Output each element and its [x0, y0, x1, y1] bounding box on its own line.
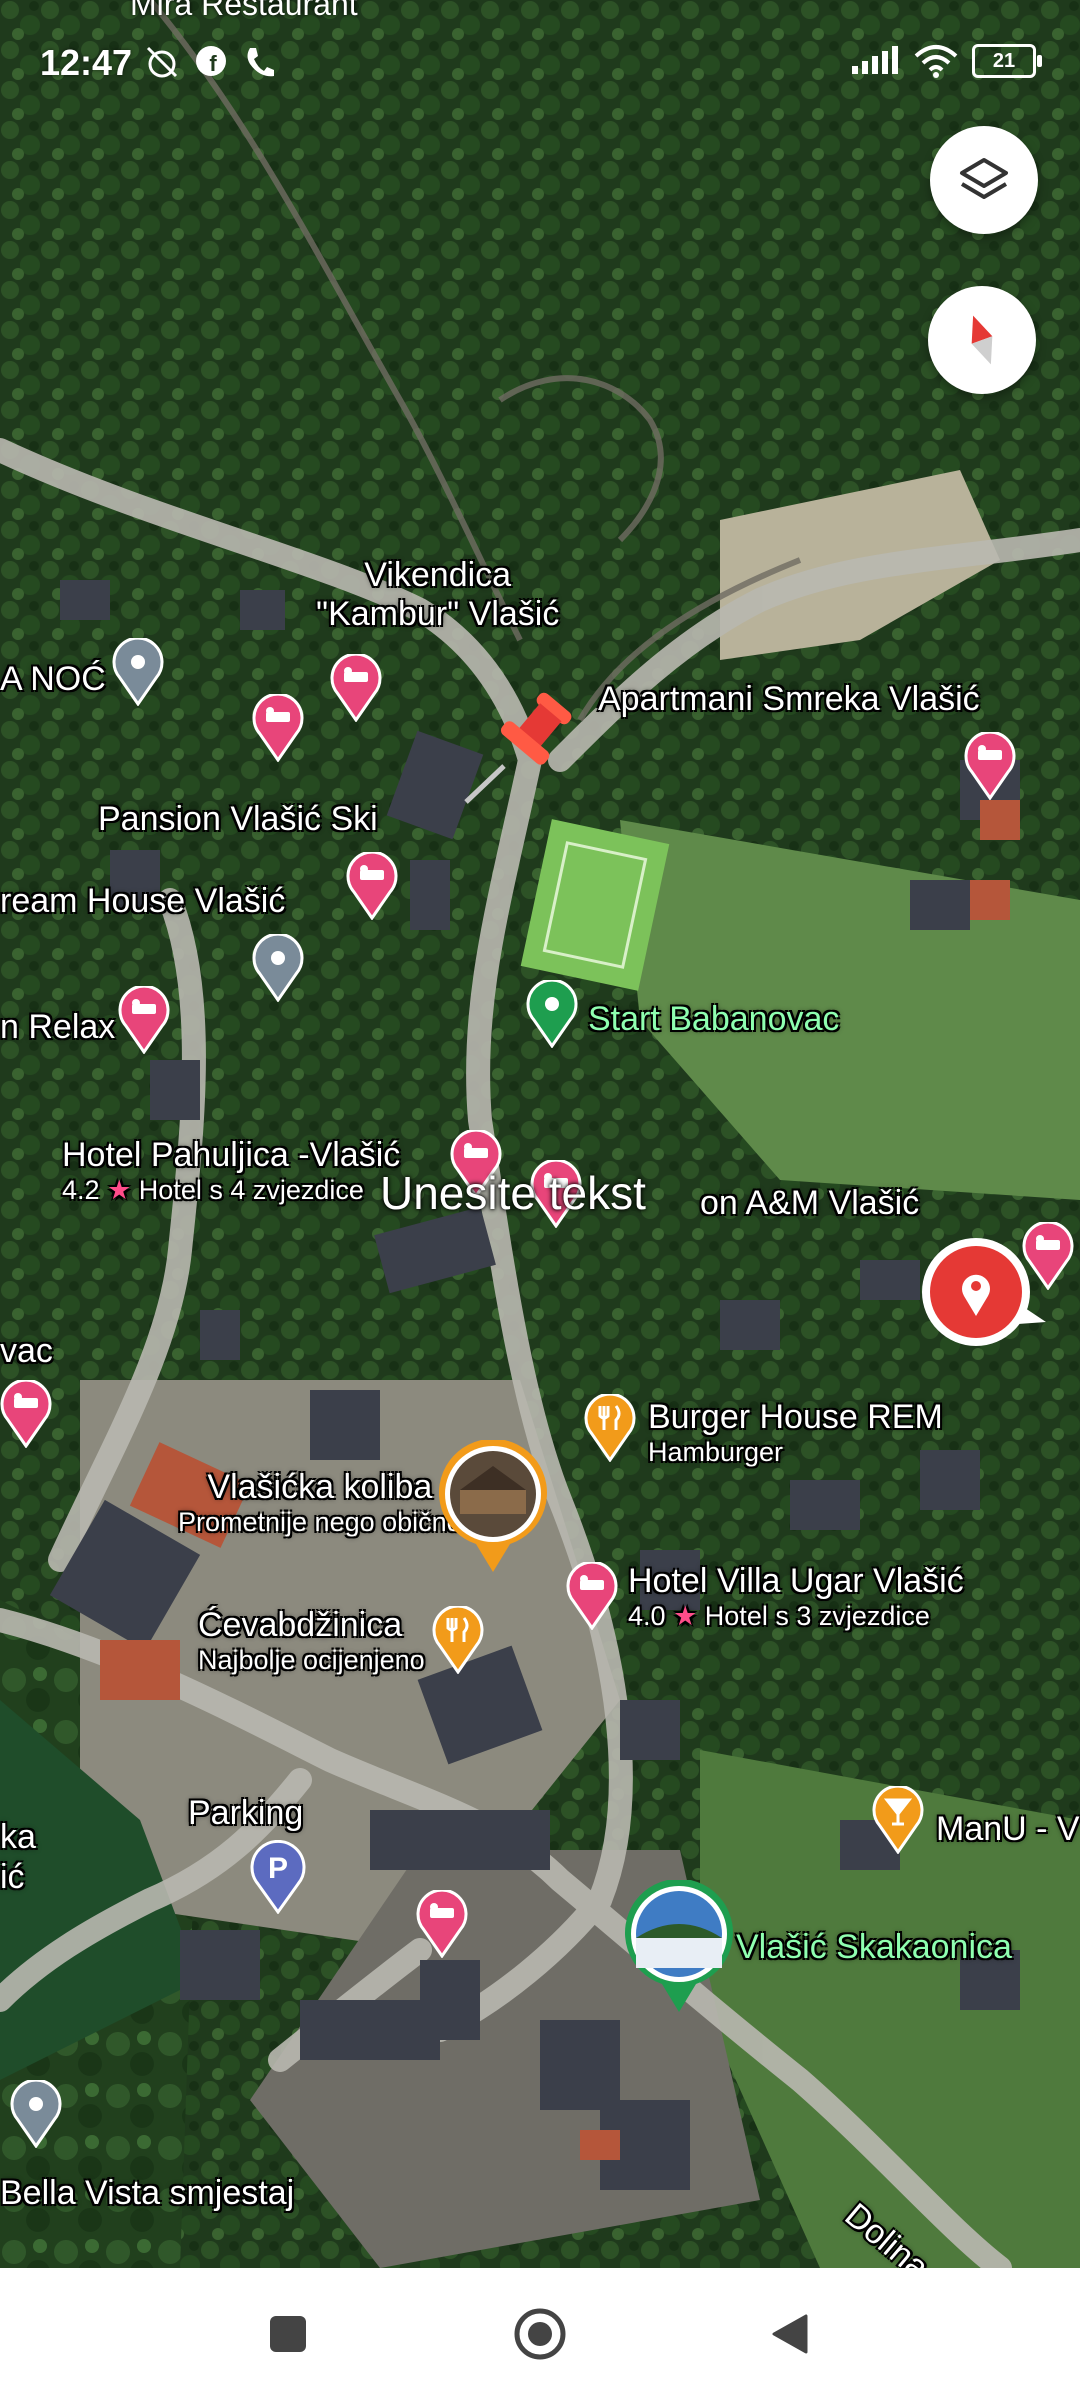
dropped-pin-icon[interactable]	[460, 684, 590, 804]
place-label-hotel-villa-ugar[interactable]: Hotel Villa Ugar Vlašić 4.0 ★ Hotel s 3 …	[628, 1562, 964, 1632]
place-label-manu[interactable]: ManU - V	[936, 1810, 1080, 1849]
place-pin-icon[interactable]	[10, 2080, 62, 2148]
clock: 12:47	[40, 42, 133, 83]
place-label-parking[interactable]: Parking	[188, 1794, 303, 1833]
system-navigation-bar	[0, 2268, 1080, 2400]
place-label-pansion-vlasic-ski[interactable]: Pansion Vlašić Ski	[98, 800, 378, 839]
place-name: Hotel Pahuljica -Vlašić	[62, 1136, 401, 1174]
place-name: Hotel Villa Ugar Vlašić	[628, 1562, 964, 1600]
location-marker-icon[interactable]	[922, 1236, 1048, 1352]
place-label-burger-house[interactable]: Burger House REM Hamburger	[648, 1398, 943, 1468]
place-label-vikendica[interactable]: Vikendica "Kambur" Vlašić	[316, 556, 559, 634]
place-label-vlasicka-koliba[interactable]: Vlašićka koliba Prometnije nego obično	[178, 1468, 462, 1538]
place-label-vlasic-skakaonica[interactable]: Vlašić Skakaonica	[736, 1928, 1012, 1967]
place-label-start-babanovac[interactable]: Start Babanovac	[588, 1000, 839, 1039]
hotel-pin-icon[interactable]	[252, 694, 304, 762]
place-label-ic[interactable]: ić	[0, 1858, 25, 1897]
hotel-pin-icon[interactable]	[346, 852, 398, 920]
place-label-cevabdzinica[interactable]: Ćevabdžinica Najbolje ocijenjeno	[198, 1606, 425, 1676]
hotel-pin-icon[interactable]	[118, 986, 170, 1054]
hotel-pin-icon[interactable]	[416, 1890, 468, 1958]
circle-icon	[514, 2308, 566, 2360]
restaurant-pin-icon[interactable]	[432, 1606, 484, 1674]
photo-pin-icon[interactable]	[436, 1440, 550, 1574]
place-name: Burger House REM	[648, 1398, 943, 1436]
place-status: Prometnije nego obično	[178, 1507, 462, 1538]
place-pin-icon[interactable]	[112, 638, 164, 706]
layers-button[interactable]	[930, 126, 1038, 234]
photo-pin-icon[interactable]	[622, 1880, 736, 2014]
bar-pin-icon[interactable]	[872, 1786, 924, 1854]
place-label-apartmani-smreka[interactable]: Apartmani Smreka Vlašić	[598, 680, 980, 719]
compass-icon	[971, 315, 993, 365]
place-category: Hamburger	[648, 1437, 784, 1468]
hotel-pin-icon[interactable]	[0, 1380, 52, 1448]
battery-icon: 21	[972, 44, 1042, 78]
signal-icon	[852, 46, 898, 74]
compass-button[interactable]	[928, 286, 1036, 394]
place-rating: 4.2 ★ Hotel s 4 zvjezdice	[62, 1175, 364, 1206]
place-rating: 4.0 ★ Hotel s 3 zvjezdice	[628, 1601, 930, 1632]
place-label-relax[interactable]: n Relax	[0, 1008, 115, 1047]
svg-text:f: f	[209, 51, 217, 76]
place-label-ka[interactable]: ka	[0, 1818, 36, 1857]
place-label-bella-vista[interactable]: Bella Vista smjestaj	[0, 2174, 294, 2213]
place-label-a-noc[interactable]: A NOĆ	[0, 660, 106, 699]
wifi-icon	[914, 45, 958, 78]
call-icon	[247, 48, 274, 77]
home-button[interactable]	[480, 2268, 600, 2400]
place-label-vac[interactable]: vac	[0, 1332, 53, 1371]
place-status: Najbolje ocijenjeno	[198, 1645, 425, 1676]
hotel-pin-icon[interactable]	[330, 654, 382, 722]
layers-icon	[960, 158, 1008, 199]
place-name: Ćevabdžinica	[198, 1606, 403, 1644]
place-name: Vlašićka koliba	[207, 1468, 433, 1506]
alarm-off-icon	[146, 46, 178, 78]
hotel-pin-icon[interactable]	[964, 732, 1016, 800]
map-view[interactable]: Mira Restaurant Vikendica "Kambur" Vlaši…	[0, 0, 1080, 2268]
place-label-dream-house[interactable]: ream House Vlašić	[0, 882, 285, 921]
recents-button[interactable]	[228, 2268, 348, 2400]
back-button[interactable]	[730, 2268, 850, 2400]
status-bar: 12:47 f 21	[0, 0, 1080, 120]
square-icon	[270, 2316, 306, 2352]
hotel-pin-icon[interactable]	[566, 1562, 618, 1630]
park-pin-icon[interactable]	[526, 980, 578, 1048]
place-label-am-vlasic[interactable]: on A&M Vlašić	[700, 1184, 919, 1223]
parking-pin-icon[interactable]: P	[250, 1840, 306, 1914]
svg-text:P: P	[268, 1852, 288, 1885]
facebook-icon: f	[196, 46, 226, 76]
place-label-hotel-pahuljica[interactable]: Hotel Pahuljica -Vlašić 4.2 ★ Hotel s 4 …	[62, 1136, 400, 1206]
triangle-back-icon	[772, 2314, 808, 2354]
text-overlay[interactable]: Unesite tekst	[380, 1166, 646, 1220]
place-pin-icon[interactable]	[252, 934, 304, 1002]
restaurant-pin-icon[interactable]	[584, 1394, 636, 1462]
